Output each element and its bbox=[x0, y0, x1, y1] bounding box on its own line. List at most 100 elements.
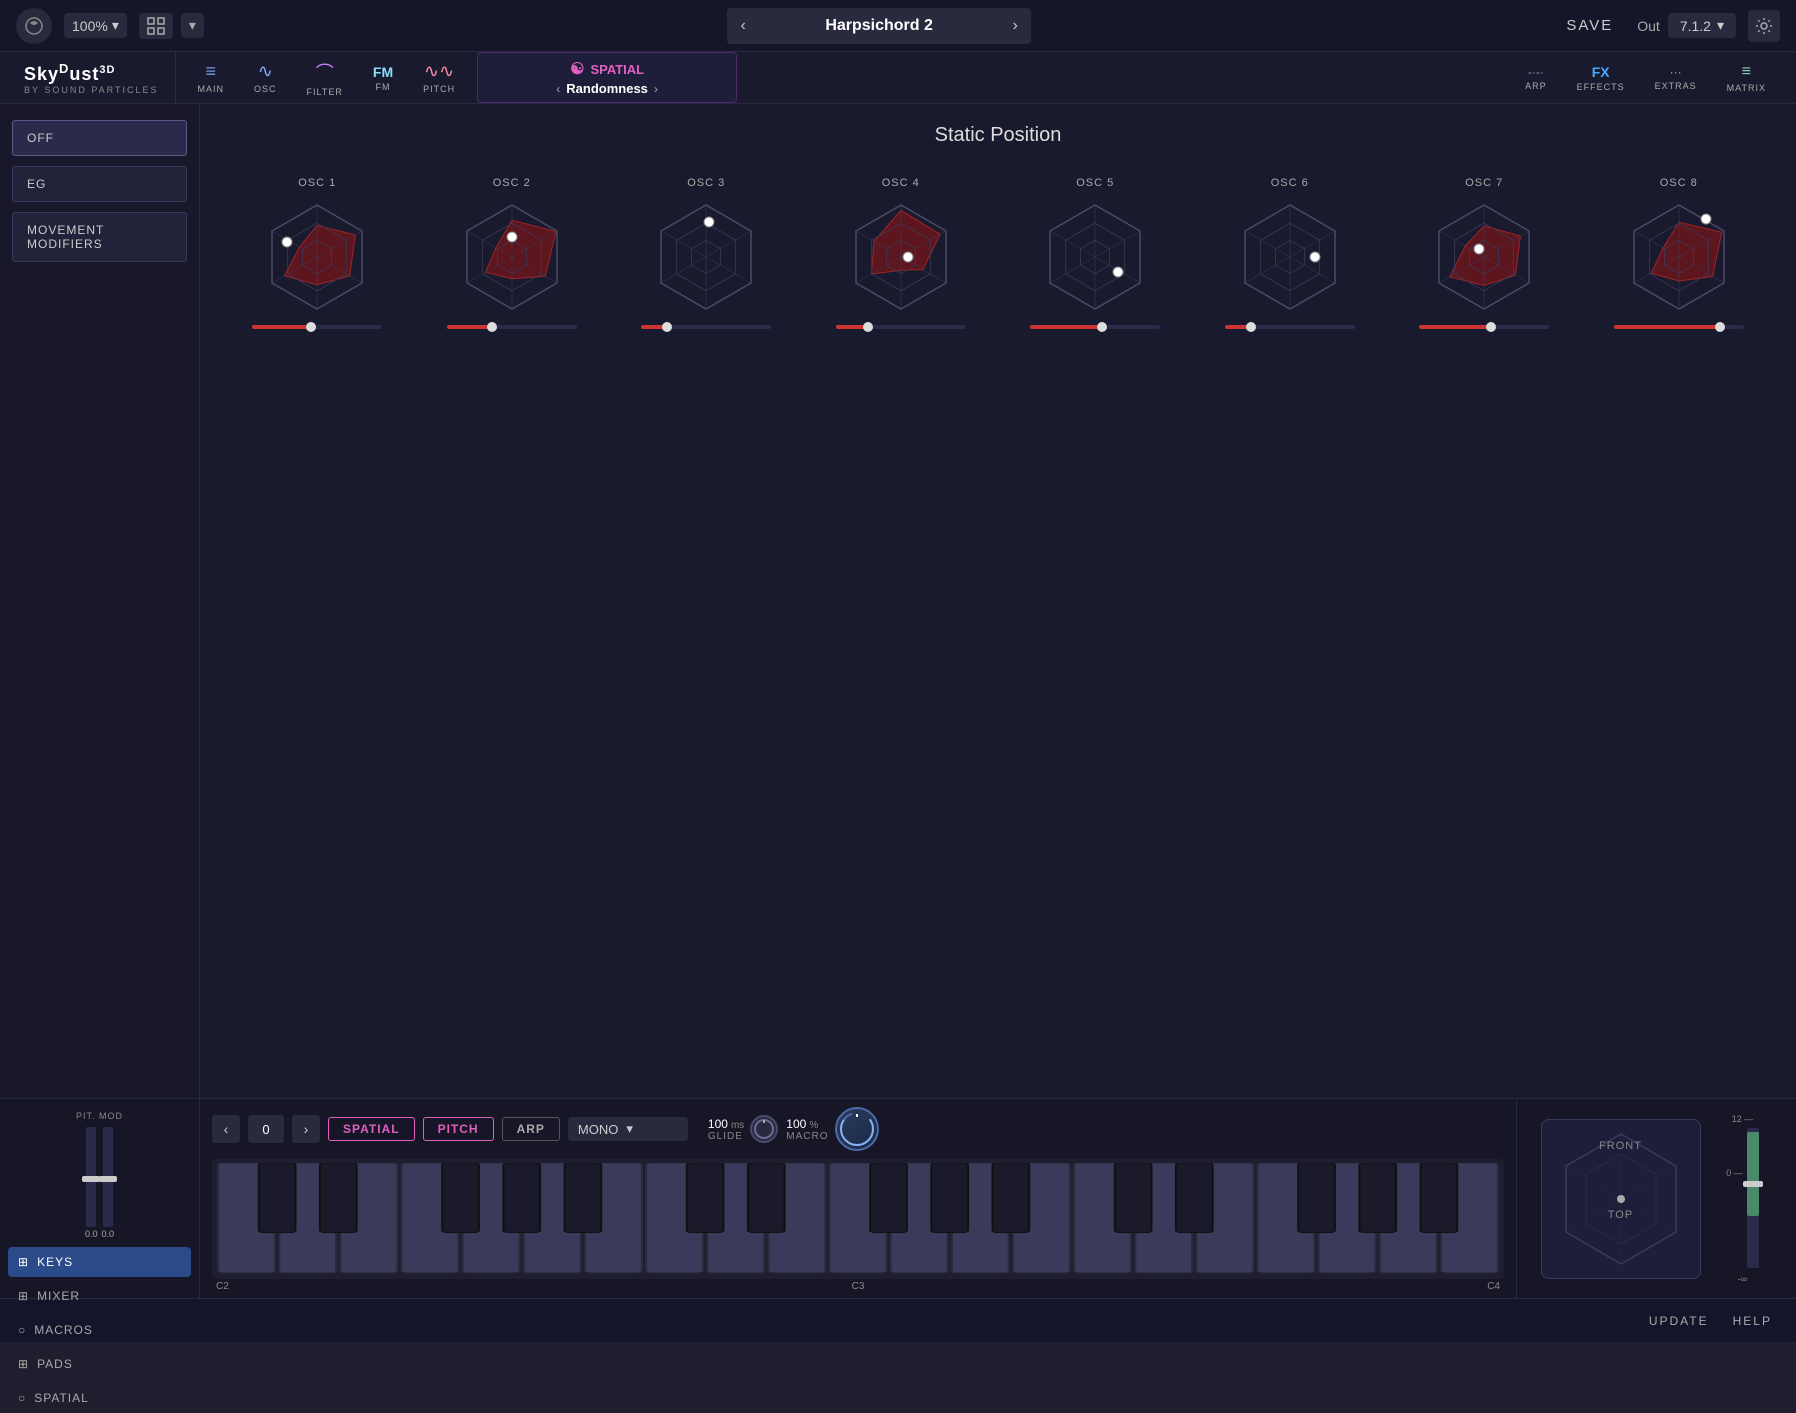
osc-hex-7[interactable] bbox=[1419, 197, 1549, 317]
osc-cell-7: OSC 7 bbox=[1419, 177, 1549, 329]
piano-black-key[interactable] bbox=[259, 1163, 296, 1232]
spatial-label: SPATIAL bbox=[590, 62, 644, 77]
macro-section: 100 % MACRO bbox=[786, 1107, 878, 1151]
piano-black-key[interactable] bbox=[565, 1163, 602, 1232]
tab-extras[interactable]: ··· EXTRAS bbox=[1641, 59, 1711, 97]
zoom-arrow-icon: ▾ bbox=[112, 17, 119, 34]
osc-slider-7[interactable] bbox=[1419, 325, 1549, 329]
osc-slider-4[interactable] bbox=[836, 325, 966, 329]
piano-black-key[interactable] bbox=[931, 1163, 968, 1232]
piano-black-key[interactable] bbox=[1359, 1163, 1396, 1232]
piano-black-key[interactable] bbox=[1421, 1163, 1458, 1232]
osc-hex-8[interactable] bbox=[1614, 197, 1744, 317]
bottom-nav-mixer[interactable]: ⊞ MIXER bbox=[8, 1281, 191, 1311]
sidebar-eg-button[interactable]: EG bbox=[12, 166, 187, 202]
pit-slider-2-thumb[interactable] bbox=[99, 1176, 117, 1182]
piano-black-key[interactable] bbox=[442, 1163, 479, 1232]
osc-slider-thumb-7[interactable] bbox=[1486, 322, 1496, 332]
spatial-top-label: TOP bbox=[1608, 1209, 1633, 1221]
out-value-selector[interactable]: 7.1.2 ▾ bbox=[1668, 13, 1736, 38]
pit-slider-1[interactable] bbox=[86, 1127, 96, 1227]
preset-next-button[interactable]: › bbox=[999, 8, 1031, 44]
bottom-nav-pads[interactable]: ⊞ PADS bbox=[8, 1349, 191, 1379]
osc-slider-6[interactable] bbox=[1225, 325, 1355, 329]
osc-slider-thumb-4[interactable] bbox=[863, 322, 873, 332]
piano-black-key[interactable] bbox=[503, 1163, 540, 1232]
osc-cell-2: OSC 2 bbox=[447, 177, 577, 329]
pit-slider-1-thumb[interactable] bbox=[82, 1176, 100, 1182]
zoom-control[interactable]: 100% ▾ bbox=[64, 13, 127, 38]
dropdown-icon-button[interactable]: ▾ bbox=[181, 13, 204, 38]
bc-next-button[interactable]: › bbox=[292, 1115, 320, 1143]
piano-black-key[interactable] bbox=[870, 1163, 907, 1232]
osc-slider-thumb-8[interactable] bbox=[1715, 322, 1725, 332]
osc-hex-2[interactable] bbox=[447, 197, 577, 317]
save-button[interactable]: SAVE bbox=[1554, 17, 1625, 34]
piano-black-key[interactable] bbox=[687, 1163, 724, 1232]
osc-slider-thumb-1[interactable] bbox=[306, 322, 316, 332]
sidebar-off-button[interactable]: OFF bbox=[12, 120, 187, 156]
piano-black-key[interactable] bbox=[993, 1163, 1030, 1232]
osc-label-6: OSC 6 bbox=[1271, 177, 1309, 189]
osc-hex-1[interactable] bbox=[252, 197, 382, 317]
piano-black-key[interactable] bbox=[748, 1163, 785, 1232]
osc-label-1: OSC 1 bbox=[298, 177, 336, 189]
piano-black-key[interactable] bbox=[1115, 1163, 1152, 1232]
grid-icon-button[interactable] bbox=[139, 13, 173, 39]
osc-slider-2[interactable] bbox=[447, 325, 577, 329]
piano-black-key[interactable] bbox=[1176, 1163, 1213, 1232]
volume-fader-track[interactable] bbox=[1747, 1128, 1759, 1268]
tab-filter[interactable]: ⌒ FILTER bbox=[293, 53, 357, 103]
osc-hex-3[interactable] bbox=[641, 197, 771, 317]
osc-slider-thumb-2[interactable] bbox=[487, 322, 497, 332]
bc-arp-tag[interactable]: ARP bbox=[502, 1117, 560, 1141]
bc-mono-dropdown[interactable]: MONO ▾ bbox=[568, 1117, 688, 1141]
osc-cell-1: OSC 1 bbox=[252, 177, 382, 329]
bc-spatial-tag[interactable]: SPATIAL bbox=[328, 1117, 415, 1141]
brand-subtitle: BY SOUND PARTICLES bbox=[24, 85, 159, 95]
bottom-nav-macros[interactable]: ○ MACROS bbox=[8, 1315, 191, 1345]
tab-osc[interactable]: ∿ OSC bbox=[240, 55, 291, 100]
bottom-nav-keys[interactable]: ⊞ KEYS bbox=[8, 1247, 191, 1277]
tab-pitch[interactable]: ∿∿ PITCH bbox=[409, 55, 469, 100]
osc-slider-thumb-3[interactable] bbox=[662, 322, 672, 332]
spatial-sub-next[interactable]: › bbox=[654, 82, 658, 96]
main-tab-label: MAIN bbox=[198, 84, 225, 94]
osc-slider-thumb-6[interactable] bbox=[1246, 322, 1256, 332]
update-link[interactable]: UPDATE bbox=[1649, 1314, 1709, 1328]
preset-prev-button[interactable]: ‹ bbox=[727, 8, 759, 44]
osc-slider-8[interactable] bbox=[1614, 325, 1744, 329]
osc-slider-row-1 bbox=[252, 325, 382, 329]
osc-slider-1[interactable] bbox=[252, 325, 382, 329]
pit-slider-2[interactable] bbox=[103, 1127, 113, 1227]
osc-hex-6[interactable] bbox=[1225, 197, 1355, 317]
tab-main[interactable]: ≡ MAIN bbox=[184, 55, 239, 100]
spatial-front-label: FRONT bbox=[1599, 1140, 1642, 1152]
settings-button[interactable] bbox=[1748, 10, 1780, 42]
osc-slider-thumb-5[interactable] bbox=[1097, 322, 1107, 332]
glide-knob[interactable] bbox=[750, 1115, 778, 1143]
bc-prev-button[interactable]: ‹ bbox=[212, 1115, 240, 1143]
spatial-sub-prev[interactable]: ‹ bbox=[556, 82, 560, 96]
volume-fader-thumb[interactable] bbox=[1743, 1181, 1763, 1187]
sidebar-movement-button[interactable]: MOVEMENTMODIFIERS bbox=[12, 212, 187, 262]
osc-slider-5[interactable] bbox=[1030, 325, 1160, 329]
osc-hex-5[interactable] bbox=[1030, 197, 1160, 317]
bc-pitch-tag[interactable]: PITCH bbox=[423, 1117, 494, 1141]
macro-knob[interactable] bbox=[835, 1107, 879, 1151]
osc-slider-row-6 bbox=[1225, 325, 1355, 329]
osc-label-8: OSC 8 bbox=[1660, 177, 1698, 189]
piano-black-key[interactable] bbox=[1298, 1163, 1335, 1232]
help-link[interactable]: HELP bbox=[1733, 1314, 1772, 1328]
piano-black-key[interactable] bbox=[320, 1163, 357, 1232]
osc-hex-4[interactable] bbox=[836, 197, 966, 317]
osc-tab-label: OSC bbox=[254, 84, 277, 94]
tab-arp[interactable]: -·-· ARP bbox=[1511, 59, 1561, 97]
osc-slider-3[interactable] bbox=[641, 325, 771, 329]
tab-matrix[interactable]: ≡ MATRIX bbox=[1713, 57, 1780, 99]
bottom-nav-spatial[interactable]: ○ SPATIAL bbox=[8, 1383, 191, 1413]
tab-effects[interactable]: FX EFFECTS bbox=[1563, 58, 1639, 98]
tab-fm[interactable]: FM FM bbox=[359, 58, 407, 98]
logo-button[interactable] bbox=[16, 8, 52, 44]
preset-name: Harpsichord 2 bbox=[759, 8, 999, 44]
